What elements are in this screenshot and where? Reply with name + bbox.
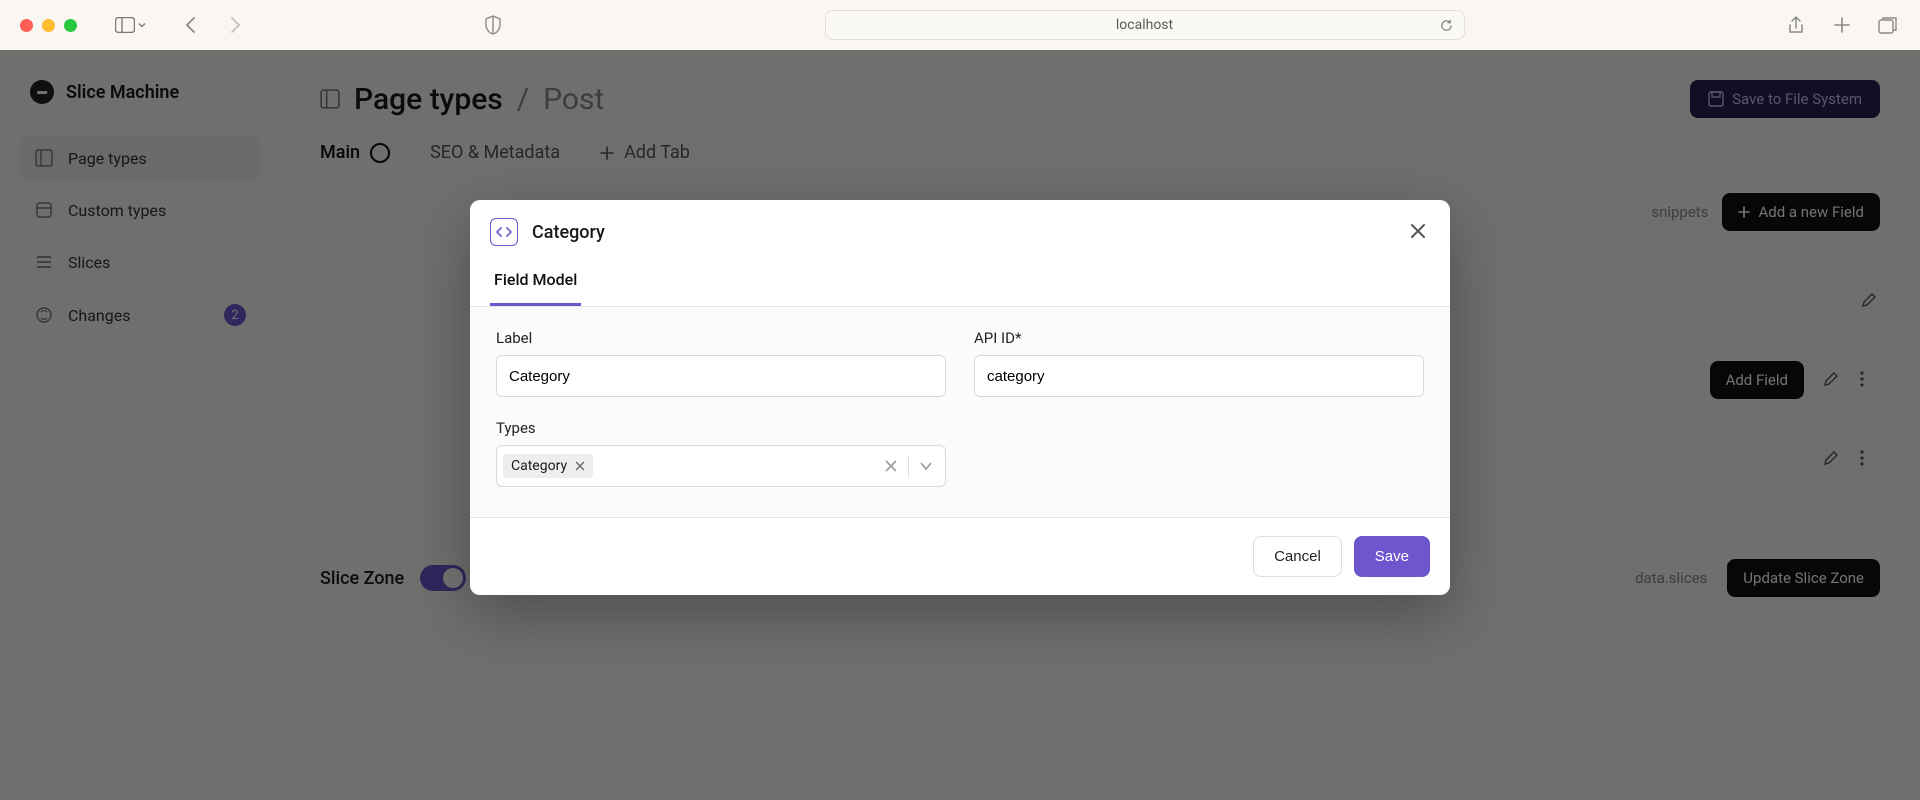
button-label: Cancel [1274, 548, 1321, 565]
field-types-group: Types Category [496, 419, 946, 487]
modal-tab-field-model[interactable]: Field Model [490, 260, 581, 306]
address-bar[interactable]: localhost [825, 10, 1465, 40]
chevron-down-icon [137, 20, 147, 30]
modal-header: Category [470, 200, 1450, 246]
sidebar-icon [115, 17, 135, 33]
close-icon [884, 459, 898, 473]
window-controls [20, 19, 77, 32]
reload-icon [1439, 18, 1454, 33]
chevron-down-icon [919, 461, 933, 471]
api-id-field-label: API ID* [974, 329, 1424, 347]
types-chip: Category [503, 454, 593, 478]
api-id-input[interactable] [974, 355, 1424, 397]
reload-button[interactable] [1439, 18, 1454, 33]
chip-remove-button[interactable] [575, 461, 585, 471]
edit-field-modal: Category Field Model Label API ID* Types… [470, 200, 1450, 595]
button-label: Save [1375, 548, 1409, 565]
content-relationship-icon [490, 218, 518, 246]
multiselect-controls [884, 455, 939, 477]
divider [908, 455, 909, 477]
label-field-label: Label [496, 329, 946, 347]
chevron-left-icon [184, 16, 198, 34]
shield-icon [484, 15, 502, 35]
modal-footer: Cancel Save [470, 517, 1450, 595]
types-field-label: Types [496, 419, 946, 437]
cancel-button[interactable]: Cancel [1253, 536, 1342, 577]
tabs-overview-button[interactable] [1876, 13, 1900, 37]
dropdown-toggle-button[interactable] [919, 461, 933, 471]
sidebar-toggle-button[interactable] [115, 17, 147, 33]
field-label-group: Label [496, 329, 946, 397]
clear-all-button[interactable] [884, 459, 898, 473]
modal-tabs: Field Model [470, 246, 1450, 307]
minimize-window-button[interactable] [42, 19, 55, 32]
share-button[interactable] [1784, 13, 1808, 37]
types-multiselect[interactable]: Category [496, 445, 946, 487]
chevron-right-icon [228, 16, 242, 34]
close-icon [1408, 221, 1428, 241]
privacy-shield-button[interactable] [481, 13, 505, 37]
forward-button[interactable] [223, 13, 247, 37]
browser-chrome: localhost [0, 0, 1920, 50]
modal-body: Label API ID* Types Category [470, 307, 1450, 517]
close-icon [575, 461, 585, 471]
close-modal-button[interactable] [1408, 221, 1430, 243]
label-input[interactable] [496, 355, 946, 397]
modal-title: Category [532, 222, 605, 243]
tabs-icon [1878, 16, 1898, 34]
new-tab-button[interactable] [1830, 13, 1854, 37]
fullscreen-window-button[interactable] [64, 19, 77, 32]
modal-tab-label: Field Model [494, 270, 577, 289]
close-window-button[interactable] [20, 19, 33, 32]
address-bar-text: localhost [1116, 17, 1173, 33]
chip-label: Category [511, 458, 567, 474]
plus-icon [1833, 16, 1851, 34]
save-button[interactable]: Save [1354, 536, 1430, 577]
field-api-id-group: API ID* [974, 329, 1424, 397]
back-button[interactable] [179, 13, 203, 37]
share-icon [1787, 15, 1805, 35]
